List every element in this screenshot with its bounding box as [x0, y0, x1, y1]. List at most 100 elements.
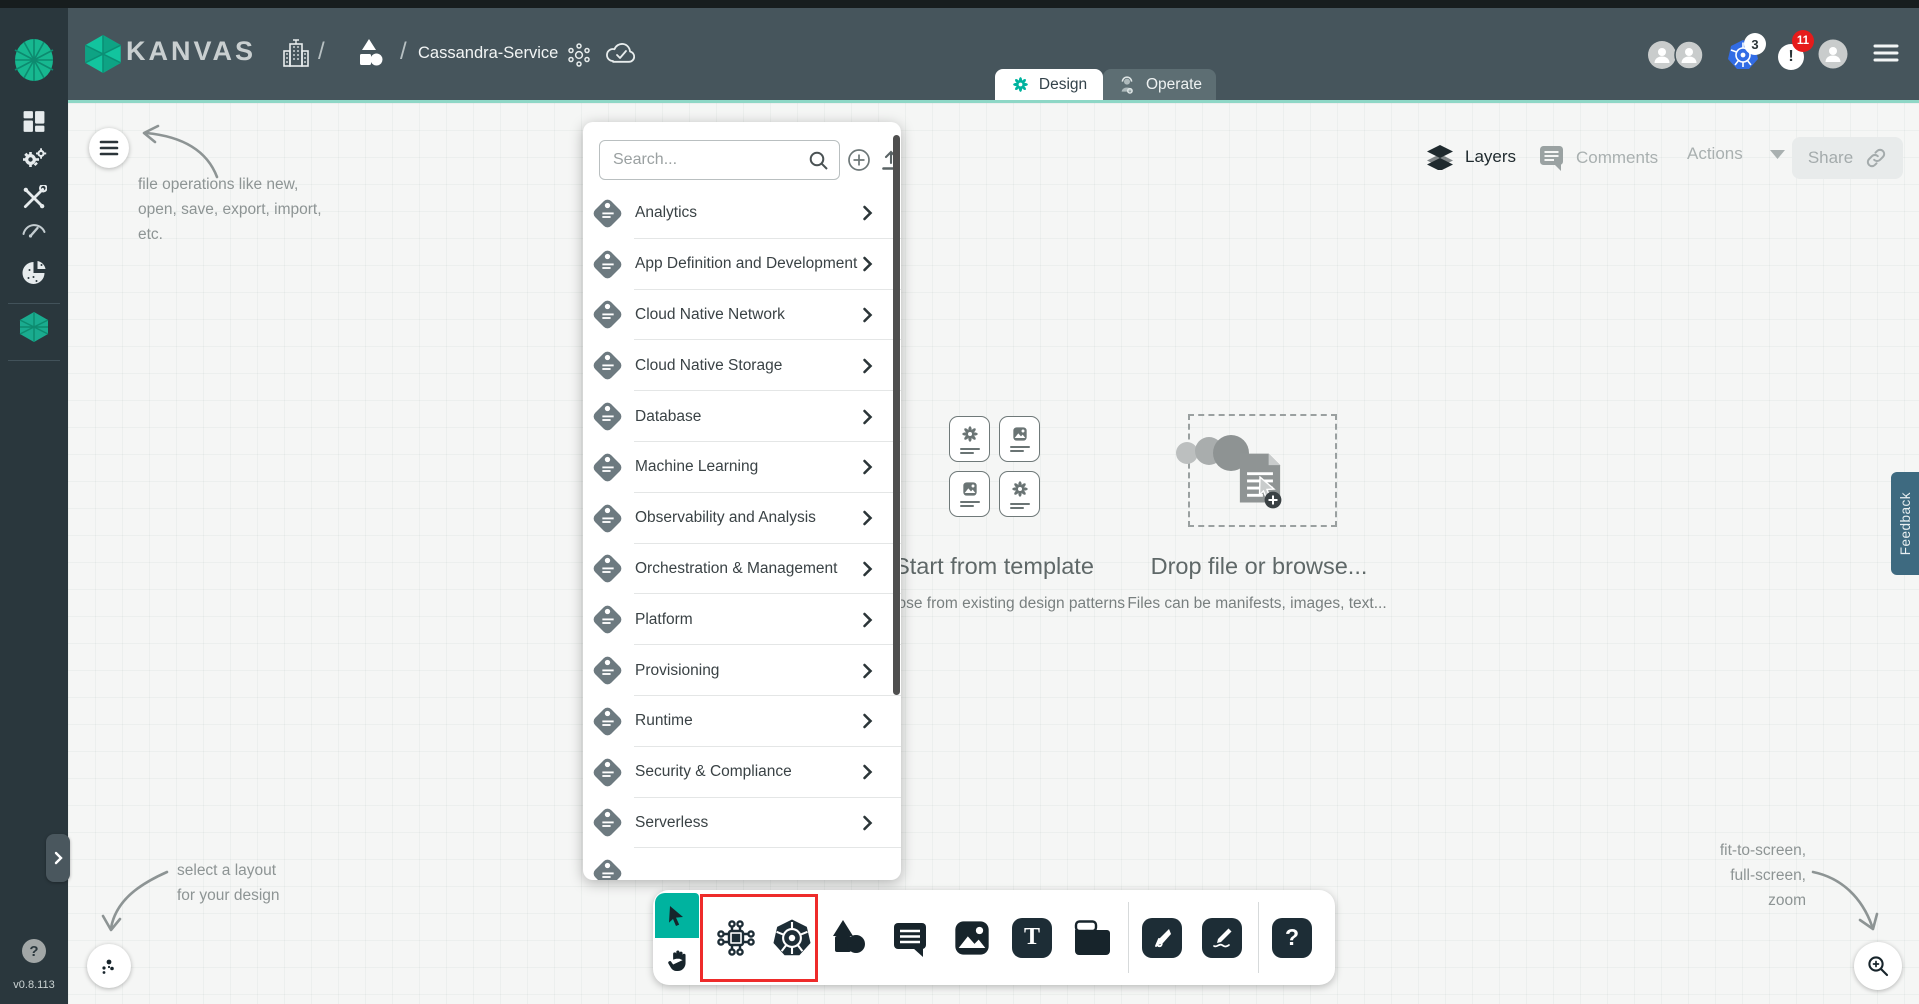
graph-layout-icon [99, 956, 119, 976]
image-tool[interactable] [952, 918, 992, 958]
template-card[interactable] [999, 416, 1040, 462]
tab-operate[interactable]: Operate [1103, 69, 1216, 100]
notifications-count-badge: 11 [1792, 30, 1814, 52]
layout-select-button[interactable] [87, 944, 131, 988]
template-card[interactable] [999, 471, 1040, 517]
chevron-right-icon [860, 408, 875, 426]
actions-dropdown[interactable]: Actions [1687, 144, 1786, 164]
layers-button[interactable]: Layers [1426, 144, 1516, 170]
mesh-environment-icon[interactable] [566, 42, 592, 68]
category-item-platform[interactable]: Platform [583, 594, 901, 645]
kanvas-active-icon[interactable] [19, 311, 49, 343]
category-tag-icon [589, 195, 626, 232]
component-tool[interactable] [716, 918, 756, 958]
notes-icon [1071, 920, 1111, 956]
pen-icon [1150, 926, 1174, 950]
notes-tool[interactable] [1071, 920, 1111, 956]
app-logo-text: KANVAS [126, 36, 256, 67]
user-avatar[interactable] [1818, 39, 1848, 69]
search-input[interactable] [600, 141, 839, 179]
comments-button[interactable]: Comments [1538, 144, 1658, 171]
drop-file-title[interactable]: Drop file or browse... [1151, 553, 1368, 580]
category-item-orchestration[interactable]: Orchestration & Management [583, 544, 901, 595]
toolbar-divider [1128, 902, 1129, 973]
category-tag-icon [589, 398, 626, 435]
shapes-tool[interactable] [827, 918, 869, 958]
template-card[interactable] [949, 416, 990, 462]
share-button[interactable]: Share [1792, 137, 1903, 179]
canvas-toolbar: T ? [653, 890, 1335, 985]
cloud-sync-icon[interactable] [604, 40, 638, 68]
category-item-security[interactable]: Security & Compliance [583, 747, 901, 798]
lifecycle-gears-icon[interactable] [21, 146, 48, 171]
category-item-provisioning[interactable]: Provisioning [583, 645, 901, 696]
category-label: Orchestration & Management [635, 560, 860, 578]
chevron-right-icon [860, 255, 875, 273]
template-card[interactable] [949, 471, 990, 517]
select-tool[interactable] [655, 893, 699, 938]
category-tag-icon [589, 804, 626, 841]
chevron-right-icon [860, 509, 875, 527]
add-component-icon[interactable] [847, 148, 871, 172]
chevron-right-icon [860, 763, 875, 781]
kubernetes-tool[interactable] [771, 917, 813, 959]
category-label: Platform [635, 611, 860, 629]
kubernetes-icon [771, 917, 813, 959]
category-item-runtime[interactable]: Runtime [583, 696, 901, 747]
category-item-cloud-native-network[interactable]: Cloud Native Network [583, 290, 901, 341]
zoom-controls-button[interactable] [1854, 942, 1902, 990]
panel-scrollbar[interactable] [893, 130, 900, 872]
help-tool[interactable]: ? [1272, 918, 1312, 958]
hand-icon [667, 949, 688, 972]
file-ops-annotation: file operations like new, open, save, ex… [138, 172, 322, 247]
menu-icon[interactable] [1873, 43, 1899, 63]
pen-tool[interactable] [1142, 918, 1182, 958]
category-item-observability[interactable]: Observability and Analysis [583, 493, 901, 544]
chevron-right-icon [860, 712, 875, 730]
zoom-annotation-arrow [1790, 850, 1919, 960]
text-tool[interactable]: T [1012, 918, 1052, 958]
category-label: Database [635, 408, 860, 426]
category-item-serverless[interactable]: Serverless [583, 798, 901, 849]
start-from-template-title[interactable]: Start from template [894, 553, 1094, 580]
template-thumbnails[interactable] [949, 416, 1040, 517]
share-label: Share [1808, 148, 1853, 168]
header-accent-line [68, 100, 1919, 103]
drop-add-icon [1264, 491, 1282, 509]
organization-icon[interactable] [282, 38, 310, 68]
category-item-machine-learning[interactable]: Machine Learning [583, 442, 901, 493]
file-menu-button[interactable] [89, 128, 129, 168]
category-label: App Definition and Development [635, 255, 860, 273]
search-box[interactable] [599, 140, 840, 180]
comments-label: Comments [1576, 148, 1658, 168]
collaborators-avatars[interactable] [1647, 40, 1705, 70]
category-item-app-definition[interactable]: App Definition and Development [583, 239, 901, 290]
drop-file-subtitle: Files can be manifests, images, text... [1127, 595, 1386, 613]
category-item-partial[interactable] [583, 848, 901, 880]
toolkit-wrenches-icon[interactable] [21, 185, 47, 211]
performance-gauge-icon[interactable] [21, 220, 48, 242]
start-from-template-subtitle: Choose from existing design patterns [869, 595, 1125, 613]
category-item-database[interactable]: Database [583, 391, 901, 442]
pan-tool[interactable] [655, 938, 699, 983]
comment-tool[interactable] [891, 919, 929, 957]
layout-annotation: select a layout for your design [177, 858, 280, 908]
category-item-analytics[interactable]: Analytics [583, 188, 901, 239]
category-item-cloud-native-storage[interactable]: Cloud Native Storage [583, 340, 901, 391]
chevron-right-icon [860, 204, 875, 222]
pencil-tool[interactable] [1202, 918, 1242, 958]
kanvas-logo-icon[interactable] [84, 33, 122, 75]
design-name[interactable]: Cassandra-Service [418, 44, 558, 63]
meshery-logo-icon[interactable] [13, 38, 55, 82]
feedback-tab[interactable]: Feedback [1891, 472, 1919, 575]
help-icon[interactable]: ? [22, 939, 46, 963]
panel-scrollbar-thumb[interactable] [893, 135, 900, 695]
tab-design[interactable]: Design [995, 69, 1103, 100]
actions-label: Actions [1687, 144, 1743, 164]
dashboard-icon[interactable] [22, 109, 47, 134]
workspace-icon[interactable] [352, 36, 386, 70]
sidebar-expander-button[interactable] [46, 834, 70, 882]
chevron-right-icon [860, 306, 875, 324]
extensions-chart-icon[interactable] [21, 259, 48, 286]
search-icon [808, 150, 829, 171]
